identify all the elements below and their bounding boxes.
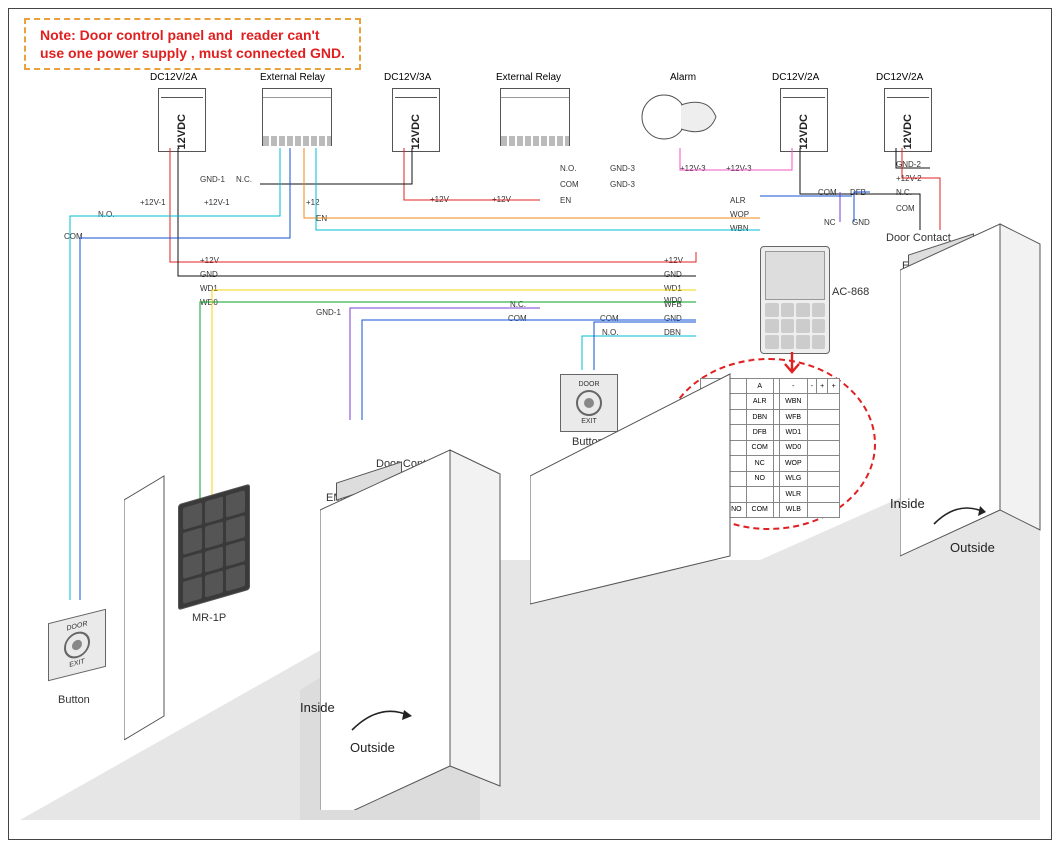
psu4-label: DC12V/2A <box>876 72 923 83</box>
psu4-voltage: 12VDC <box>902 114 914 149</box>
wl-wd0: WD0 <box>200 298 218 307</box>
button1-exit-text: EXIT <box>69 658 85 669</box>
external-relay-2 <box>500 88 570 146</box>
wl-12vd: +12V <box>200 256 219 265</box>
wl-coma: COM <box>64 232 83 241</box>
wl-comf: COM <box>600 314 619 323</box>
reader-label: MR-1P <box>192 612 226 624</box>
door1-inside: Inside <box>300 700 335 715</box>
wl-noc: N.O. <box>602 328 618 337</box>
wl-comc: COM <box>818 188 837 197</box>
psu3-voltage: 12VDC <box>798 114 810 149</box>
door1-outside: Outside <box>350 740 395 755</box>
wall-segment-left <box>124 460 174 740</box>
wl-gnd3b: GND-3 <box>610 180 635 189</box>
psu2-voltage: 12VDC <box>410 114 422 149</box>
psu1-label: DC12V/2A <box>150 72 197 83</box>
psu2-label: DC12V/3A <box>384 72 431 83</box>
psu4: 12VDC <box>884 88 932 152</box>
wl-wop: WOP <box>730 210 749 219</box>
wl-12v1a: +12V-1 <box>140 198 166 207</box>
wl-come: COM <box>508 314 527 323</box>
psu3: 12VDC <box>780 88 828 152</box>
wl-gndc: GND <box>200 270 218 279</box>
wl-gnd3a: GND-3 <box>610 164 635 173</box>
external-relay-1 <box>262 88 332 146</box>
psu1: 12VDC <box>158 88 206 152</box>
wl-wbn: WBN <box>730 224 749 233</box>
wl-enb: EN <box>560 196 571 205</box>
wl-dbn: DBN <box>664 328 681 337</box>
wl-ncd: N.C. <box>510 300 526 309</box>
alarm-horn <box>636 86 726 148</box>
wl-gndc2: GND <box>664 270 682 279</box>
wl-gndd: GND <box>664 314 682 323</box>
psu1-voltage: 12VDC <box>176 114 188 149</box>
wl-nob: N.O. <box>560 164 576 173</box>
wl-nca: N.C. <box>236 175 252 184</box>
wl-gndb: GND <box>852 218 870 227</box>
door2-outside: Outside <box>950 540 995 555</box>
wl-12vd2: +12V <box>664 256 683 265</box>
wl-alr: ALR <box>730 196 746 205</box>
psu3-label: DC12V/2A <box>772 72 819 83</box>
note-title: Note: <box>40 27 76 43</box>
controller-keypad <box>765 303 825 350</box>
wl-gnd1a: GND-1 <box>200 175 225 184</box>
controller-label: AC-868 <box>832 286 869 298</box>
wl-ena: EN <box>316 214 327 223</box>
wl-noa: N.O. <box>98 210 114 219</box>
door2-swing-icon <box>930 494 990 534</box>
wl-ncb: NC <box>824 218 836 227</box>
button1-label: Button <box>58 694 90 706</box>
door2-inside: Inside <box>890 496 925 511</box>
wall-segment-mid <box>530 356 750 616</box>
controller-screen <box>765 251 825 300</box>
ac-868-controller <box>760 246 830 354</box>
wl-gnd1b: GND-1 <box>316 308 341 317</box>
wl-12v1b: +12V-1 <box>204 198 230 207</box>
note-text: Door control panel and reader can't use … <box>40 27 345 61</box>
wl-comb: COM <box>560 180 579 189</box>
alarm-label: Alarm <box>670 72 696 83</box>
wl-12v3a: +12V-3 <box>680 164 706 173</box>
wl-12v3b: +12V-3 <box>726 164 752 173</box>
wl-12vc: +12V <box>492 195 511 204</box>
psu2: 12VDC <box>392 88 440 152</box>
relay2-label: External Relay <box>496 72 561 83</box>
wl-wd02: WD0 <box>664 296 682 305</box>
wl-12vb: +12V <box>430 195 449 204</box>
button1-ring-icon <box>64 629 90 661</box>
wl-wd12: WD1 <box>664 284 682 293</box>
mr-1p-reader <box>178 484 250 611</box>
wl-wd1: WD1 <box>200 284 218 293</box>
relay1-label: External Relay <box>260 72 325 83</box>
wl-12a: +12 <box>306 198 320 207</box>
door1-swing-icon <box>348 696 418 740</box>
wl-dfb: DFB <box>850 188 866 197</box>
note-box: Note: Door control panel and reader can'… <box>24 18 361 70</box>
